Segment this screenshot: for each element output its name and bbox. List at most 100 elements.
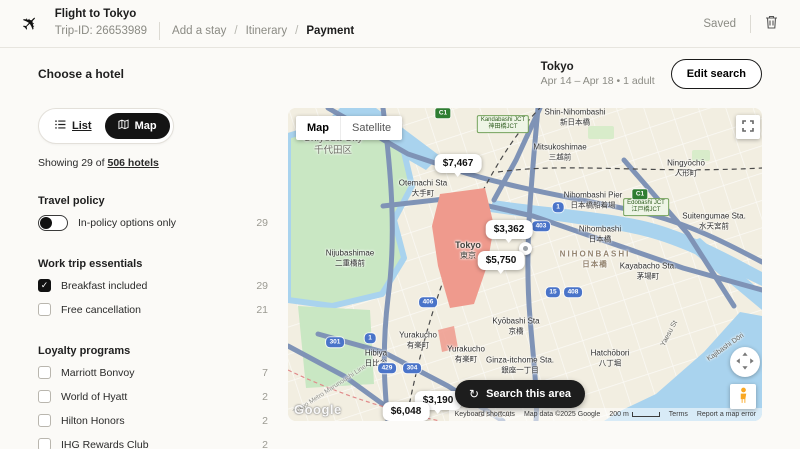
trash-icon (765, 15, 778, 32)
filter-count: 7 (262, 367, 272, 379)
route-shield: 406 (419, 297, 437, 307)
in-policy-toggle[interactable] (38, 215, 68, 231)
filter-world-of-hyatt[interactable]: World of Hyatt 2 (38, 387, 272, 406)
subheader: Choose a hotel Tokyo Apr 14 – Apr 18 • 1… (0, 48, 800, 100)
search-summary: Tokyo Apr 14 – Apr 18 • 1 adult (541, 61, 655, 87)
terms-link[interactable]: Terms (669, 411, 688, 418)
pegman-button[interactable] (730, 384, 756, 409)
page-title: Choose a hotel (38, 67, 124, 81)
list-view-label: List (72, 120, 92, 132)
route-shield: 1 (553, 202, 564, 212)
route-shield: C1 (435, 108, 450, 118)
loyalty-heading: Loyalty programs (38, 345, 272, 357)
results-summary: Showing 29 of 506 hotels (38, 157, 272, 169)
filter-label: Hilton Honors (61, 415, 125, 427)
map-view-button[interactable]: Map (105, 113, 170, 139)
fullscreen-button[interactable] (736, 115, 760, 139)
map-type-map-button[interactable]: Map (296, 116, 340, 140)
filter-label: Marriott Bonvoy (61, 367, 135, 379)
map-attribution: Keyboard shortcuts Map data ©2025 Google… (449, 408, 762, 421)
map-scale-bar (632, 412, 660, 417)
report-map-error-link[interactable]: Report a map error (697, 411, 756, 418)
essentials-heading: Work trip essentials (38, 258, 272, 270)
route-shield: 301 (326, 337, 344, 347)
checkbox[interactable] (38, 279, 51, 292)
refresh-icon: ↻ (469, 387, 479, 401)
saved-status: Saved (703, 18, 736, 30)
search-this-area-button[interactable]: ↻ Search this area (455, 380, 585, 408)
breadcrumb-separator: / (234, 25, 237, 37)
filter-count: 29 (256, 217, 272, 229)
keyboard-shortcuts-link[interactable]: Keyboard shortcuts (455, 411, 515, 418)
trip-block: Flight to Tokyo Trip-ID: 26653989 Add a … (55, 8, 355, 40)
google-logo[interactable]: Google (294, 402, 342, 417)
breadcrumb-itinerary[interactable]: Itinerary (246, 25, 288, 37)
filter-label: In-policy options only (78, 217, 176, 229)
checkbox[interactable] (38, 366, 51, 379)
filter-count: 29 (256, 280, 272, 292)
hotel-price-pin[interactable]: $5,750 (478, 251, 525, 270)
toggle-knob (40, 217, 52, 229)
route-shield: 1 (365, 333, 376, 343)
fullscreen-icon (742, 120, 754, 135)
edit-search-button[interactable]: Edit search (671, 59, 762, 89)
checkbox[interactable] (38, 414, 51, 427)
map-type-satellite-button[interactable]: Satellite (340, 116, 402, 140)
airline-logo-plane-icon: ✈ (16, 9, 46, 39)
map-type-control: Map Satellite (296, 116, 402, 140)
hotel-price-pin[interactable]: $6,048 (383, 402, 430, 421)
delete-trip-button[interactable] (765, 15, 778, 32)
checkbox[interactable] (38, 390, 51, 403)
divider (750, 15, 751, 33)
hotel-price-pin[interactable]: $7,467 (435, 154, 482, 173)
filter-label: Breakfast included (61, 280, 147, 292)
destination-name: Tokyo (541, 61, 574, 73)
trip-title: Flight to Tokyo (55, 8, 355, 20)
breadcrumb: Add a stay / Itinerary / Payment (172, 25, 354, 37)
filter-count: 2 (262, 415, 272, 427)
results-count-text: Showing 29 of (38, 157, 105, 169)
filter-count: 2 (262, 439, 272, 449)
in-policy-filter-row[interactable]: In-policy options only 29 (38, 213, 272, 232)
pan-control-button[interactable] (730, 347, 760, 377)
pegman-icon (738, 387, 749, 407)
map-scale: 200 m (609, 411, 659, 418)
map-icon (118, 119, 129, 133)
route-shield: 403 (532, 221, 550, 231)
filter-label: World of Hyatt (61, 391, 127, 403)
checkbox[interactable] (38, 303, 51, 316)
map-geography (288, 108, 762, 421)
filter-hilton-honors[interactable]: Hilton Honors 2 (38, 411, 272, 430)
filter-breakfast-included[interactable]: Breakfast included 29 (38, 276, 272, 295)
list-icon (55, 120, 66, 132)
checkbox[interactable] (38, 438, 51, 449)
filter-marriott-bonvoy[interactable]: Marriott Bonvoy 7 (38, 363, 272, 382)
map-canvas[interactable]: Chiyoda City千代田区Otemachi Sta大手町Shin-Niho… (288, 108, 762, 421)
map-scale-label: 200 m (609, 411, 628, 418)
route-shield: 15 (546, 287, 560, 297)
route-shield: 304 (403, 363, 421, 373)
hotel-count-link[interactable]: 506 hotels (107, 157, 158, 169)
trip-id: Trip-ID: 26653989 (55, 25, 147, 37)
filter-free-cancellation[interactable]: Free cancellation 21 (38, 300, 272, 319)
travel-policy-heading: Travel policy (38, 195, 272, 207)
breadcrumb-add-a-stay[interactable]: Add a stay (172, 25, 226, 37)
view-toggle: List Map (38, 108, 174, 144)
filter-ihg-rewards-club[interactable]: IHG Rewards Club 2 (38, 435, 272, 449)
map-view-label: Map (135, 120, 157, 132)
breadcrumb-separator: / (295, 25, 298, 37)
filter-count: 21 (256, 304, 272, 316)
pan-arrows-icon (732, 348, 758, 377)
route-shield: C1 (632, 189, 647, 199)
list-view-button[interactable]: List (42, 114, 105, 138)
divider (159, 22, 160, 40)
filters-sidebar: List Map Showing 29 of 506 hotels Travel… (38, 108, 272, 449)
date-guest-summary: Apr 14 – Apr 18 • 1 adult (541, 75, 655, 87)
hotel-price-pin[interactable]: $3,362 (486, 220, 533, 239)
route-shield: 408 (564, 287, 582, 297)
breadcrumb-payment[interactable]: Payment (306, 25, 354, 37)
map-data-credit: Map data ©2025 Google (524, 411, 600, 418)
route-shield: 429 (378, 363, 396, 373)
filter-label: IHG Rewards Club (61, 439, 149, 449)
filter-label: Free cancellation (61, 304, 141, 316)
